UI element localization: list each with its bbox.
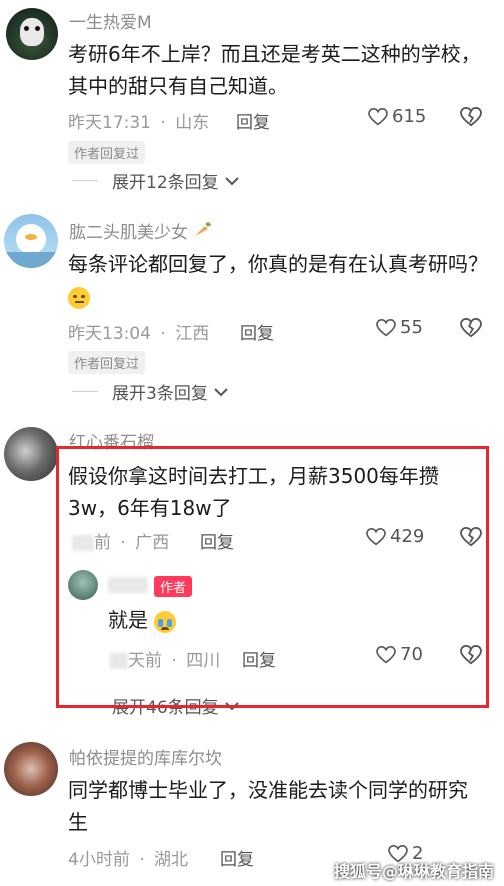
comment-text: 考研6年不上岸？而且还是考英二这种的学校，其中的甜只有自己知道。 [68,42,481,98]
expand-label: 展开3条回复 [112,384,208,404]
comment-username[interactable]: 肱二头肌美少女 [69,218,212,243]
carrot-icon [195,221,212,236]
reply-button[interactable]: 回复 [236,108,270,133]
heart-icon [376,318,396,336]
separator: · [160,324,166,344]
reply-button[interactable]: 回复 [240,319,274,344]
chevron-down-icon [214,387,228,396]
comment-location: 山东 [175,113,210,133]
avatar[interactable] [4,742,58,796]
expand-replies[interactable]: 展开12条回复 [72,168,239,193]
avatar[interactable] [4,427,58,481]
highlight-box [56,446,489,708]
like-count: 55 [400,317,423,338]
comment-text: 每条评论都回复了，你真的是有在认真考研吗？ [68,248,488,312]
dislike-icon[interactable] [460,107,482,127]
comment-text: 同学都博士毕业了，没准能去读个同学的研究生 [68,778,468,834]
comment-username[interactable]: 一生热爱M [69,8,152,33]
separator: · [160,113,166,133]
comment-username[interactable]: 帕依提提的库库尔坎 [69,744,222,769]
heart-icon [368,107,388,125]
comment-meta: 昨天17:31 · 山东 [68,108,209,133]
comment-meta: 昨天13:04 · 江西 [68,319,209,344]
divider [72,391,98,392]
comment-location: 江西 [175,324,210,344]
avatar[interactable] [6,8,58,60]
separator: · [139,850,145,870]
comment-location: 湖北 [154,850,189,870]
chevron-down-icon [224,176,239,185]
like-count: 615 [392,106,427,127]
username-text: 肱二头肌美少女 [69,223,188,243]
comment-time: 昨天17:31 [68,113,151,133]
avatar[interactable] [4,214,58,268]
dislike-icon[interactable] [460,318,482,338]
like-button[interactable]: 55 [376,317,423,338]
comment-meta: 4小时前 · 湖北 [68,845,188,870]
expand-label: 展开12条回复 [112,173,219,193]
reply-button[interactable]: 回复 [220,845,254,870]
expand-replies[interactable]: 展开3条回复 [72,379,228,404]
author-replied-badge: 作者回复过 [68,351,146,374]
author-replied-badge: 作者回复过 [68,141,146,164]
divider [72,180,98,181]
watermark: 搜狐号@琳琳教育指南 [334,862,495,881]
like-button[interactable]: 615 [368,106,426,127]
comment-time: 昨天13:04 [68,324,151,344]
comment-time: 4小时前 [68,850,130,870]
comment-text-content: 每条评论都回复了，你真的是有在认真考研吗？ [68,252,488,276]
smirk-emoji-icon [68,286,90,309]
